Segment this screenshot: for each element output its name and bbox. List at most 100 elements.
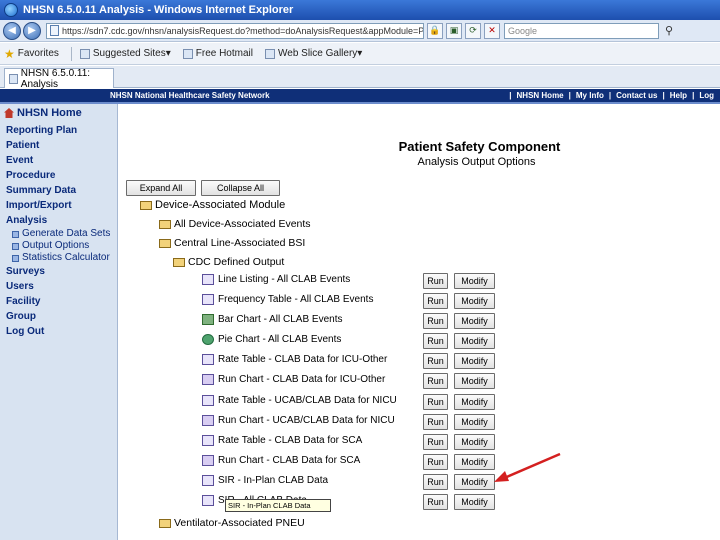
header-link-my-info[interactable]: My Info [576,91,604,100]
expand-all-button[interactable]: Expand All [126,180,196,196]
internet-explorer-icon [4,3,18,17]
folder-open-icon [140,200,152,210]
output-label[interactable]: Rate Table - UCAB/CLAB Data for NICU [218,395,397,406]
output-row: Frequency Table - All CLAB Events Run Mo… [202,292,720,312]
tree-node-label: Ventilator-Associated PNEU [174,517,305,529]
header-link-contact-us[interactable]: Contact us [616,91,657,100]
tree-node-ventilator-associated-pneu[interactable]: Ventilator-Associated PNEU [159,517,305,529]
output-row: Pie Chart - All CLAB Events Run Modify [202,332,720,352]
run-button[interactable]: Run [423,414,448,430]
output-label[interactable]: Rate Table - CLAB Data for SCA [218,435,362,446]
stop-icon[interactable]: ✕ [484,22,500,39]
sidebar-subitem-generate-data-sets[interactable]: Generate Data Sets [0,228,117,240]
modify-button[interactable]: Modify [454,353,495,369]
search-icon[interactable]: ⚲ [661,23,677,39]
run-button[interactable]: Run [423,313,448,329]
modify-button[interactable]: Modify [454,394,495,410]
output-row: Bar Chart - All CLAB Events Run Modify [202,312,720,332]
collapse-all-button[interactable]: Collapse All [201,180,280,196]
tree-node-device-associated-module[interactable]: Device-Associated Module [140,199,285,211]
sidebar-item-surveys[interactable]: Surveys [0,264,117,279]
output-row: SIR - In-Plan CLAB Data Run Modify [202,473,720,493]
modify-button[interactable]: Modify [454,474,495,490]
nhsn-header-title: NHSN National Healthcare Safety Network [110,91,270,100]
sidebar-item-nhsn-home[interactable]: NHSN Home [0,106,117,120]
sidebar-item-patient[interactable]: Patient [0,138,117,153]
run-chart-icon [202,415,214,426]
tree-node-central-line-associated-bsi[interactable]: Central Line-Associated BSI [159,237,305,249]
tree-node-label: CDC Defined Output [188,256,285,268]
sidebar-subitem-statistics-calculator[interactable]: Statistics Calculator [0,252,117,264]
run-chart-icon [202,374,214,385]
sidebar-subitem-label: Statistics Calculator [22,252,110,263]
lock-icon[interactable]: 🔒 [427,22,443,39]
run-button[interactable]: Run [423,394,448,410]
run-button[interactable]: Run [423,273,448,289]
sidebar-item-group[interactable]: Group [0,309,117,324]
modify-button[interactable]: Modify [454,273,495,289]
modify-button[interactable]: Modify [454,414,495,430]
sidebar-item-analysis[interactable]: Analysis [0,213,117,228]
sidebar-item-event[interactable]: Event [0,153,117,168]
sidebar-item-log-out[interactable]: Log Out [0,324,117,339]
run-button[interactable]: Run [423,434,448,450]
output-row: Run Chart - UCAB/CLAB Data for NICU Run … [202,413,720,433]
sidebar-item-import-export[interactable]: Import/Export [0,198,117,213]
sidebar-subitem-output-options[interactable]: Output Options [0,240,117,252]
back-button[interactable]: ◀ [3,21,21,40]
address-bar[interactable]: https://sdn7.cdc.gov/nhsn/analysisReques… [46,22,424,39]
modify-button[interactable]: Modify [454,494,495,510]
output-label[interactable]: SIR - In-Plan CLAB Data [218,475,328,486]
run-button[interactable]: Run [423,373,448,389]
forward-button[interactable]: ▶ [23,21,41,40]
favorite-suggested-sites[interactable]: Suggested Sites ▾ [79,48,171,59]
favorites-bar: ★ Favorites Suggested Sites ▾ Free Hotma… [0,43,720,65]
browser-tab[interactable]: NHSN 6.5.0.11: Analysis [4,68,114,90]
sidebar-item-users[interactable]: Users [0,279,117,294]
output-label[interactable]: Rate Table - CLAB Data for ICU-Other [218,354,387,365]
modify-button[interactable]: Modify [454,293,495,309]
output-label[interactable]: Run Chart - CLAB Data for ICU-Other [218,374,385,385]
run-button[interactable]: Run [423,494,448,510]
output-label[interactable]: Run Chart - CLAB Data for SCA [218,455,360,466]
run-button[interactable]: Run [423,454,448,470]
modify-button[interactable]: Modify [454,434,495,450]
window-title: NHSN 6.5.0.11 Analysis - Windows Interne… [23,4,294,16]
sidebar-item-reporting-plan[interactable]: Reporting Plan [0,123,117,138]
run-button[interactable]: Run [423,293,448,309]
sidebar-home-label: NHSN Home [17,107,82,119]
run-button[interactable]: Run [423,474,448,490]
header-link-help[interactable]: Help [670,91,687,100]
header-link-nhsn-home[interactable]: NHSN Home [517,91,564,100]
sidebar: NHSN Home Reporting Plan Patient Event P… [0,104,118,540]
favorite-label: Suggested Sites [92,48,166,59]
sidebar-item-facility[interactable]: Facility [0,294,117,309]
tree-node-all-device-associated-events[interactable]: All Device-Associated Events [159,218,311,230]
modify-button[interactable]: Modify [454,333,495,349]
output-label[interactable]: Bar Chart - All CLAB Events [218,314,343,325]
refresh-icon[interactable]: ⟳ [465,22,481,39]
run-button[interactable]: Run [423,353,448,369]
output-label[interactable]: Pie Chart - All CLAB Events [218,334,341,345]
folder-icon [159,219,171,229]
search-input[interactable]: Google [504,22,659,39]
output-label[interactable]: Run Chart - UCAB/CLAB Data for NICU [218,415,395,426]
run-button[interactable]: Run [423,333,448,349]
output-label[interactable]: Line Listing - All CLAB Events [218,274,350,285]
modify-button[interactable]: Modify [454,373,495,389]
sidebar-item-summary-data[interactable]: Summary Data [0,183,117,198]
bar-chart-icon [202,314,214,325]
folder-open-icon [159,238,171,248]
sidebar-item-procedure[interactable]: Procedure [0,168,117,183]
favorites-button[interactable]: ★ Favorites [4,47,59,61]
output-label[interactable]: Frequency Table - All CLAB Events [218,294,373,305]
favorite-web-slice-gallery[interactable]: Web Slice Gallery ▾ [265,48,362,59]
modify-button[interactable]: Modify [454,313,495,329]
rate-table-icon [202,435,214,446]
tree-node-cdc-defined-output[interactable]: CDC Defined Output [173,256,284,268]
compatibility-view-icon[interactable]: ▣ [446,22,462,39]
output-row: Line Listing - All CLAB Events Run Modif… [202,272,720,292]
favorite-free-hotmail[interactable]: Free Hotmail [182,48,253,59]
header-link-log[interactable]: Log [699,91,714,100]
modify-button[interactable]: Modify [454,454,495,470]
